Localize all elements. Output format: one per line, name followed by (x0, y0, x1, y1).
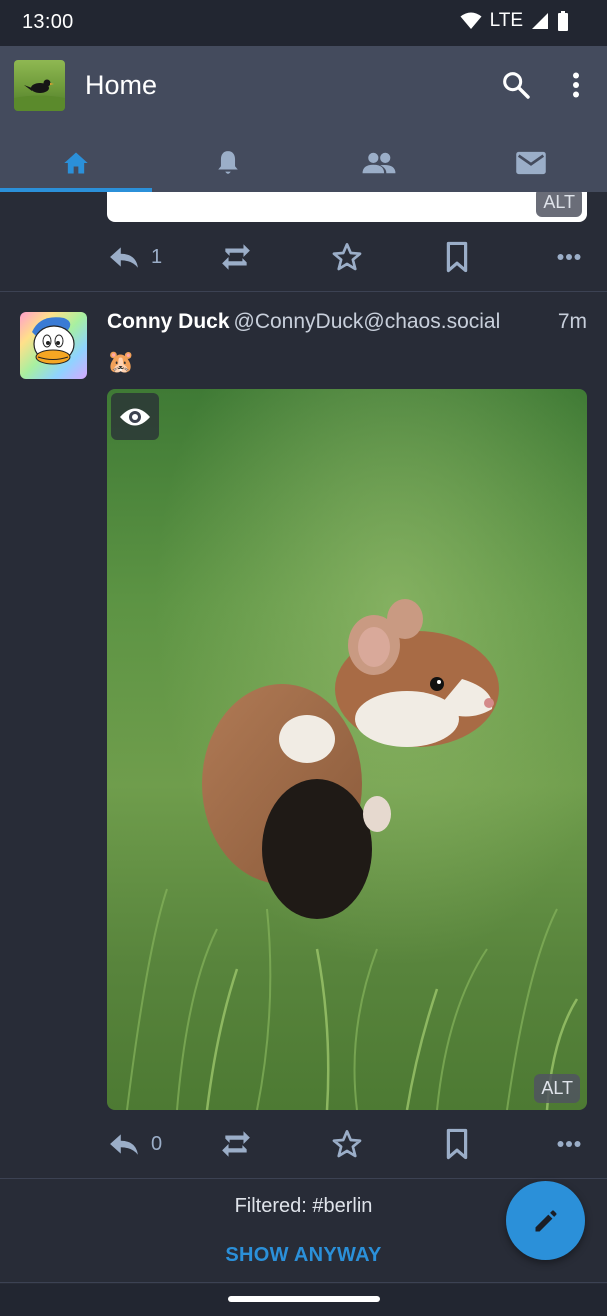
boost-icon (222, 1131, 250, 1157)
tab-local[interactable] (304, 134, 456, 192)
post-author-name[interactable]: Conny Duck (107, 310, 230, 333)
status-bar: 13:00 LTE (0, 0, 607, 46)
star-icon (332, 243, 362, 271)
more-horizontal-icon (557, 254, 581, 260)
status-icons: LTE (460, 10, 569, 32)
more-horizontal-icon (557, 1141, 581, 1147)
account-avatar[interactable] (14, 60, 65, 111)
more-options-button[interactable] (557, 235, 581, 279)
post-content: 🐹 (107, 349, 135, 374)
hide-media-button[interactable] (111, 393, 159, 440)
tab-notifications[interactable] (152, 134, 304, 192)
compose-button[interactable] (506, 1181, 585, 1260)
bookmark-button[interactable] (444, 235, 470, 279)
notifications-bell-icon (217, 151, 238, 174)
divider (0, 291, 607, 292)
wifi-icon (460, 12, 482, 29)
search-button[interactable] (494, 63, 538, 107)
cellular-signal-icon (532, 13, 548, 29)
bookmark-icon (446, 1128, 468, 1160)
star-icon (332, 1130, 362, 1158)
gesture-handle[interactable] (228, 1296, 380, 1302)
post-author-avatar[interactable] (20, 312, 87, 379)
reply-icon (110, 1134, 138, 1155)
overflow-menu-icon (573, 72, 579, 98)
mail-icon (516, 151, 546, 175)
post-actions: 0 (107, 1122, 587, 1166)
battery-icon (558, 11, 568, 31)
search-icon (503, 72, 530, 99)
eye-icon (120, 408, 150, 425)
people-icon (362, 152, 396, 174)
post-timestamp: 7m (557, 310, 587, 333)
alt-badge[interactable]: ALT (534, 1074, 580, 1103)
post-media-image[interactable]: ALT (107, 389, 587, 1110)
reply-icon (110, 247, 138, 268)
overflow-menu-button[interactable] (554, 63, 598, 107)
reply-button[interactable]: 0 (109, 1122, 162, 1166)
reply-count: 0 (151, 1132, 163, 1155)
status-time: 13:00 (22, 11, 74, 33)
network-type: LTE (489, 10, 523, 31)
previous-post-actions: 1 (107, 235, 587, 279)
reply-count: 1 (151, 245, 163, 268)
boost-icon (222, 244, 250, 270)
tab-messages[interactable] (455, 134, 607, 192)
previous-post-media[interactable]: ALT (107, 192, 587, 222)
reply-button[interactable]: 1 (109, 235, 162, 279)
timeline-feed[interactable]: ALT 1 Conny Duck @ConnyDuck@chaos.social… (0, 192, 607, 1316)
home-icon (64, 152, 88, 174)
post-author-handle[interactable]: @ConnyDuck@chaos.social (234, 310, 501, 333)
alt-badge[interactable]: ALT (536, 192, 582, 217)
tab-home[interactable] (0, 134, 152, 192)
system-navigation-bar (0, 1284, 607, 1316)
bookmark-icon (446, 241, 468, 273)
divider (0, 1178, 607, 1179)
favourite-button[interactable] (330, 235, 364, 279)
bookmark-button[interactable] (444, 1122, 470, 1166)
app-bar: Home (0, 46, 607, 192)
divider (0, 1282, 607, 1283)
boost-button[interactable] (220, 235, 252, 279)
post-header: Conny Duck @ConnyDuck@chaos.social 7m (107, 310, 587, 334)
favourite-button[interactable] (330, 1122, 364, 1166)
tab-bar (0, 134, 607, 192)
page-title: Home (85, 70, 158, 100)
boost-button[interactable] (220, 1122, 252, 1166)
pencil-icon (535, 1209, 557, 1231)
more-options-button[interactable] (557, 1122, 581, 1166)
